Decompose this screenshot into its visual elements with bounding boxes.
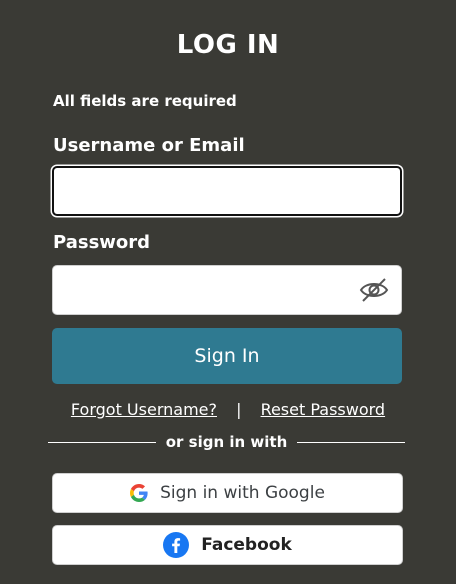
reset-password-link[interactable]: Reset Password bbox=[261, 400, 386, 419]
divider-text: or sign in with bbox=[165, 433, 288, 451]
forgot-username-link[interactable]: Forgot Username? bbox=[71, 400, 217, 419]
facebook-button-label: Facebook bbox=[201, 535, 292, 555]
username-label: Username or Email bbox=[53, 135, 245, 156]
password-field[interactable] bbox=[52, 265, 402, 315]
username-field[interactable] bbox=[52, 166, 402, 216]
google-button-label: Sign in with Google bbox=[160, 483, 325, 503]
google-icon bbox=[130, 484, 148, 502]
divider-line-right bbox=[297, 441, 405, 443]
sign-in-button[interactable]: Sign In bbox=[52, 328, 402, 384]
eye-slash-icon[interactable] bbox=[359, 277, 389, 303]
facebook-icon bbox=[163, 532, 190, 558]
facebook-sign-in-button[interactable]: Facebook bbox=[52, 525, 403, 565]
page-title: LOG IN bbox=[176, 30, 280, 60]
account-links: Forgot Username? | Reset Password bbox=[0, 400, 456, 419]
or-sign-in-divider: or sign in with bbox=[48, 433, 405, 451]
link-separator: | bbox=[236, 400, 242, 419]
divider-line-left bbox=[48, 441, 156, 443]
google-sign-in-button[interactable]: Sign in with Google bbox=[52, 473, 403, 513]
password-label: Password bbox=[53, 232, 151, 253]
required-fields-note: All fields are required bbox=[53, 92, 237, 110]
